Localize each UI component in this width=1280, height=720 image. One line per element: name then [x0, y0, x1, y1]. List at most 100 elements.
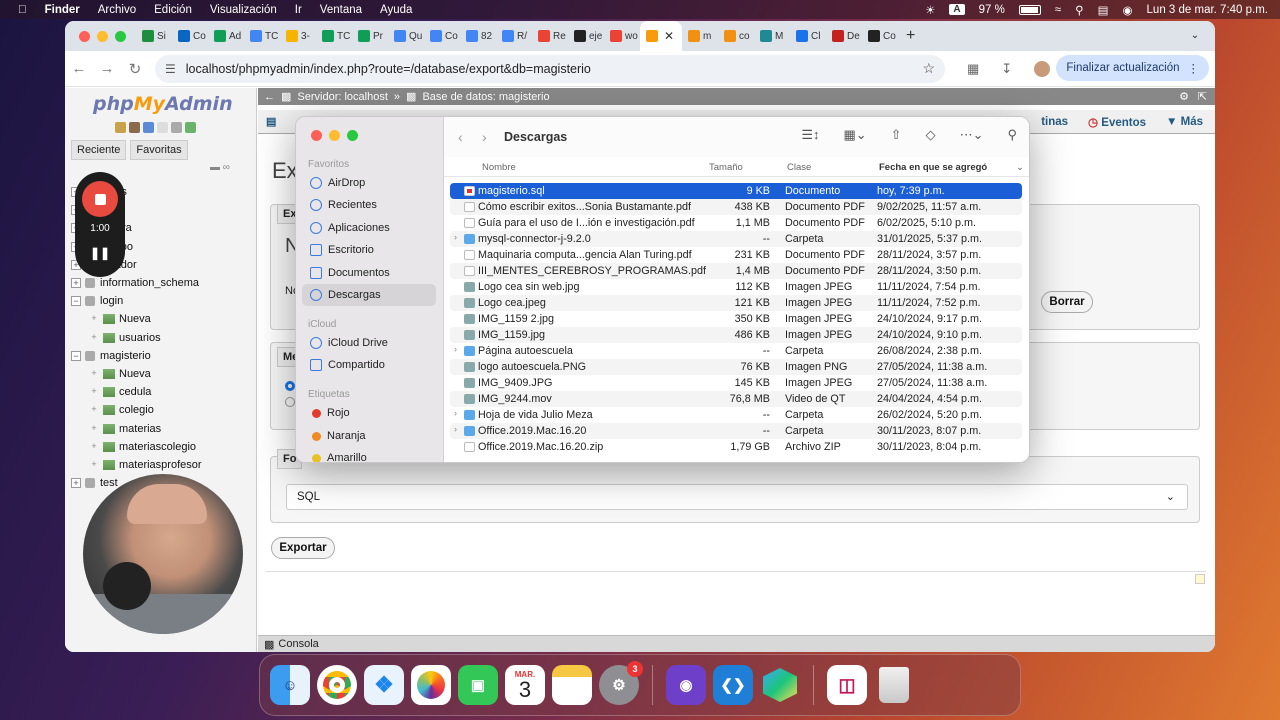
tree-node[interactable]: + colegio [71, 401, 253, 419]
browser-tab[interactable]: Re [532, 21, 568, 51]
github-desktop-dock-icon[interactable]: ◉ [666, 665, 706, 705]
close-tab-icon[interactable]: ✕ [664, 29, 674, 43]
recent-tab[interactable]: Reciente [71, 140, 127, 160]
group-view-icon[interactable]: ▦⌄ [843, 127, 866, 143]
notes-dock-icon[interactable] [552, 665, 592, 705]
tree-node[interactable]: + Nueva [71, 365, 253, 383]
browser-tab[interactable]: Co [424, 21, 460, 51]
mysql-workbench-dock-icon[interactable] [760, 665, 800, 705]
collapse-link-icons[interactable]: ▬ ∞ [210, 162, 230, 173]
tree-node-label[interactable]: cedula [119, 386, 151, 398]
file-row[interactable]: Guía para el uso de I...ión e investigac… [450, 215, 1022, 231]
tag-icon[interactable]: ◇ [926, 127, 936, 143]
sidebar-item-icloud-drive[interactable]: iCloud Drive [302, 332, 436, 354]
chrome-dock-icon[interactable] [317, 665, 357, 705]
tab-routines[interactable]: tinas [1041, 116, 1068, 128]
sidebar-item-airdrop[interactable]: AirDrop [302, 172, 436, 194]
file-row[interactable]: › Página autoescuela -- Carpeta 26/08/2024, … [450, 343, 1022, 359]
finder-zoom-button[interactable] [347, 130, 358, 141]
forward-arrow-icon[interactable]: → [93, 60, 121, 77]
file-row[interactable]: › mysql-connector-j-9.2.0 -- Carpeta 31/01/2… [450, 231, 1022, 247]
disclosure-chevron-icon[interactable]: › [454, 344, 457, 354]
logout-icon[interactable] [129, 122, 140, 133]
expand-toggle-icon[interactable]: + [89, 423, 99, 434]
menu-app-name[interactable]: Finder [45, 4, 80, 16]
file-row[interactable]: Maquinaria computa...gencia Alan Turing.… [450, 247, 1022, 263]
expand-toggle-icon[interactable]: + [71, 478, 81, 489]
browser-tab[interactable]: Co [172, 21, 208, 51]
file-row[interactable]: logo autoescuela.PNG 76 KB Imagen PNG 27/05… [450, 359, 1022, 375]
reload-icon[interactable]: ↻ [121, 60, 149, 78]
input-source-indicator[interactable]: A [949, 4, 965, 15]
console-bar[interactable]: ▩ Consola [258, 635, 1215, 652]
browser-tab[interactable]: Pr [352, 21, 388, 51]
file-row[interactable]: magisterio.sql 9 KB Documento hoy, 7:39 p.m… [450, 183, 1022, 199]
collapse-arrow-icon[interactable]: ← [264, 91, 275, 103]
browser-tab[interactable]: R/ [496, 21, 532, 51]
home-icon[interactable] [115, 122, 126, 133]
browser-tab[interactable]: ✕ [640, 21, 682, 51]
browser-tab[interactable]: co [718, 21, 754, 51]
browser-tab[interactable]: Co [862, 21, 898, 51]
brightness-icon[interactable]: ☀ [925, 3, 935, 17]
column-name[interactable]: Nombre [482, 162, 516, 173]
tree-node[interactable]: + materiascolegio [71, 438, 253, 456]
finder-search-icon[interactable]: ⚲ [1007, 127, 1017, 143]
browser-tab[interactable]: Ad [208, 21, 244, 51]
tree-node-label[interactable]: colegio [119, 404, 154, 416]
tree-node-label[interactable]: materiascolegio [119, 441, 196, 453]
expand-toggle-icon[interactable]: + [89, 441, 99, 452]
format-select[interactable]: SQL ⌄ [286, 484, 1188, 510]
file-row[interactable]: IMG_1159.jpg 486 KB Imagen JPEG 24/10/2024,… [450, 327, 1022, 343]
tree-node[interactable]: + materiasprofesor [71, 456, 253, 474]
site-info-icon[interactable]: ☰ [165, 62, 176, 76]
back-arrow-icon[interactable]: ← [65, 60, 93, 77]
sidebar-item-aplicaciones[interactable]: Aplicaciones [302, 217, 436, 239]
browser-tab[interactable]: wo [604, 21, 640, 51]
file-row[interactable]: Logo cea.jpeg 121 KB Imagen JPEG 11/11/2024… [450, 295, 1022, 311]
address-bar[interactable]: ☰ localhost/phpmyadmin/index.php?route=/… [155, 54, 945, 83]
expand-toggle-icon[interactable]: − [71, 350, 81, 361]
back-chevron-icon[interactable]: ‹ [458, 129, 472, 145]
column-date-added[interactable]: Fecha en que se agregó [879, 162, 987, 173]
finder-close-button[interactable] [311, 130, 322, 141]
file-row[interactable]: III_MENTES_CEREBROSY_PROGRAMAS.pdf 1,4 MB… [450, 263, 1022, 279]
file-row[interactable]: › Hoja de vida Julio Meza -- Carpeta 26/02/2… [450, 407, 1022, 423]
custom-method-radio[interactable] [285, 397, 295, 407]
file-row[interactable]: Logo cea sin web.jpg 112 KB Imagen JPEG 11/… [450, 279, 1022, 295]
sidebar-item-documentos[interactable]: Documentos [302, 262, 436, 284]
menu-archivo[interactable]: Archivo [98, 4, 136, 16]
tree-node[interactable]: − magisterio [71, 347, 253, 365]
page-settings-icon[interactable] [1195, 574, 1205, 584]
extensions-icon[interactable]: ▦ [967, 61, 979, 77]
menubar-clock[interactable]: Lun 3 de mar. 7:40 p.m. [1147, 4, 1268, 16]
menu-visualizacion[interactable]: Visualización [210, 4, 277, 16]
control-center-icon[interactable]: ▤ [1098, 3, 1109, 17]
delete-template-button[interactable]: Borrar [1041, 291, 1093, 313]
sidebar-item-recientes[interactable]: Recientes [302, 194, 436, 216]
tree-node-label[interactable]: Nueva [119, 313, 151, 325]
tree-node[interactable]: − login [71, 292, 253, 310]
menu-ventana[interactable]: Ventana [320, 4, 362, 16]
browser-tab[interactable]: M [754, 21, 790, 51]
structure-tab-icon[interactable]: ▤ [266, 115, 276, 128]
apple-menu-icon[interactable]:  [18, 4, 27, 16]
tree-node[interactable]: + cedula [71, 383, 253, 401]
browser-tab[interactable]: Si [136, 21, 172, 51]
spotlight-search-icon[interactable]: ⚲ [1075, 3, 1083, 17]
sidebar-tag-amarillo[interactable]: Amarillo [302, 447, 436, 462]
browser-tab[interactable]: m [682, 21, 718, 51]
menu-edicion[interactable]: Edición [154, 4, 192, 16]
recent-sql-file-dock-icon[interactable]: ◫ [827, 665, 867, 705]
sidebar-item-escritorio[interactable]: Escritorio [302, 239, 436, 261]
vscode-dock-icon[interactable]: ❮❯ [713, 665, 753, 705]
url-text[interactable]: localhost/phpmyadmin/index.php?route=/da… [186, 62, 591, 76]
settings-gear-icon[interactable] [171, 122, 182, 133]
menu-ir[interactable]: Ir [295, 4, 302, 16]
list-view-icon[interactable]: ☰↕ [801, 127, 819, 143]
sidebar-item-compartido[interactable]: Compartido [302, 354, 436, 376]
reload-nav-icon[interactable] [185, 122, 196, 133]
maximize-icon[interactable]: ⇱ [1198, 90, 1207, 103]
browser-tab[interactable]: 82 [460, 21, 496, 51]
file-row[interactable]: IMG_1159 2.jpg 350 KB Imagen JPEG 24/10/202… [450, 311, 1022, 327]
